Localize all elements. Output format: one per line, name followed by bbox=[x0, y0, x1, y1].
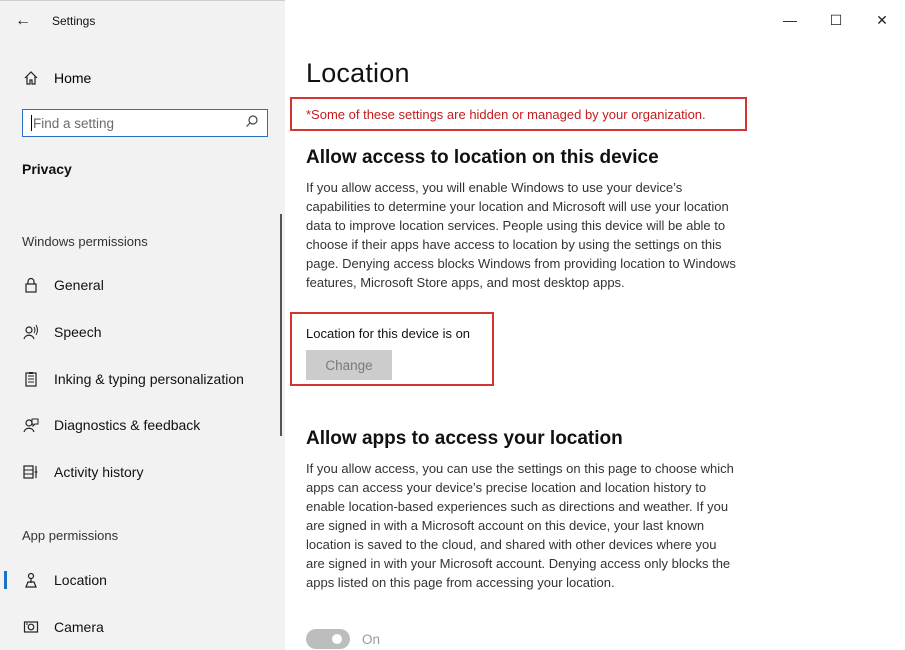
sidebar-item-label: Speech bbox=[54, 324, 102, 340]
minimize-button[interactable]: — bbox=[767, 0, 813, 40]
location-icon bbox=[22, 571, 40, 589]
text-caret bbox=[31, 115, 32, 131]
app-access-toggle[interactable] bbox=[306, 629, 350, 649]
sidebar-item-label: Location bbox=[54, 572, 107, 588]
back-arrow-icon: ← bbox=[15, 12, 31, 29]
inking-icon bbox=[22, 370, 40, 388]
toggle-state-label: On bbox=[362, 631, 381, 647]
sidebar-item-diagnostics-feedback[interactable]: Diagnostics & feedback bbox=[0, 410, 285, 440]
sidebar-item-label: Diagnostics & feedback bbox=[54, 417, 201, 433]
change-button[interactable]: Change bbox=[306, 350, 392, 380]
device-location-status-box: Location for this device is on Change bbox=[290, 312, 494, 386]
sidebar-item-label: Camera bbox=[54, 619, 104, 635]
section-description-app-access: If you allow access, you can use the set… bbox=[306, 461, 734, 590]
group-label-windows-permissions: Windows permissions bbox=[22, 234, 148, 249]
managed-warning-box: *Some of these settings are hidden or ma… bbox=[290, 97, 747, 131]
title-bar: ← Settings bbox=[0, 1, 285, 41]
page-title: Location bbox=[306, 58, 410, 88]
managed-warning-text: *Some of these settings are hidden or ma… bbox=[306, 106, 706, 122]
app-title: Settings bbox=[52, 14, 96, 28]
app-access-toggle-row: On bbox=[306, 629, 380, 649]
back-button[interactable]: ← bbox=[4, 1, 42, 41]
close-button[interactable]: ✕ bbox=[859, 0, 905, 40]
sidebar-item-inking-typing[interactable]: Inking & typing personalization bbox=[0, 364, 285, 394]
section-title-privacy: Privacy bbox=[22, 161, 72, 177]
close-icon: ✕ bbox=[876, 11, 888, 28]
sidebar-item-general[interactable]: General bbox=[0, 270, 285, 300]
search-icon[interactable] bbox=[245, 114, 259, 133]
speech-icon bbox=[22, 323, 40, 341]
maximize-button[interactable]: ☐ bbox=[813, 0, 859, 40]
sidebar-item-label: Home bbox=[54, 70, 92, 86]
sidebar-item-camera[interactable]: Camera bbox=[0, 612, 285, 642]
activity-icon bbox=[22, 463, 40, 481]
section-heading-device-access: Allow access to location on this device bbox=[306, 147, 659, 168]
feedback-icon bbox=[22, 416, 40, 434]
sidebar-item-location[interactable]: Location bbox=[0, 565, 285, 595]
section-heading-app-access: Allow apps to access your location bbox=[306, 428, 623, 449]
sidebar-item-home[interactable]: Home bbox=[0, 63, 285, 93]
lock-icon bbox=[22, 276, 40, 294]
camera-icon bbox=[22, 618, 40, 636]
sidebar-item-speech[interactable]: Speech bbox=[0, 317, 285, 347]
sidebar-item-activity-history[interactable]: Activity history bbox=[0, 457, 285, 487]
sidebar-scrollbar[interactable] bbox=[280, 214, 282, 436]
search-input[interactable] bbox=[33, 115, 245, 131]
window-controls: — ☐ ✕ bbox=[767, 0, 905, 40]
device-location-status: Location for this device is on bbox=[306, 326, 471, 341]
minimize-icon: — bbox=[783, 12, 797, 28]
group-label-app-permissions: App permissions bbox=[22, 528, 119, 543]
sidebar: ← Settings Home Privacy Windows permissi… bbox=[0, 0, 285, 650]
sidebar-item-label: Activity history bbox=[54, 464, 144, 480]
sidebar-item-label: General bbox=[54, 277, 104, 293]
search-box[interactable] bbox=[22, 109, 268, 137]
toggle-knob bbox=[332, 634, 342, 644]
maximize-icon: ☐ bbox=[829, 11, 843, 28]
section-description-device-access: If you allow access, you will enable Win… bbox=[306, 180, 736, 290]
sidebar-item-label: Inking & typing personalization bbox=[54, 371, 244, 387]
home-icon bbox=[22, 69, 40, 87]
